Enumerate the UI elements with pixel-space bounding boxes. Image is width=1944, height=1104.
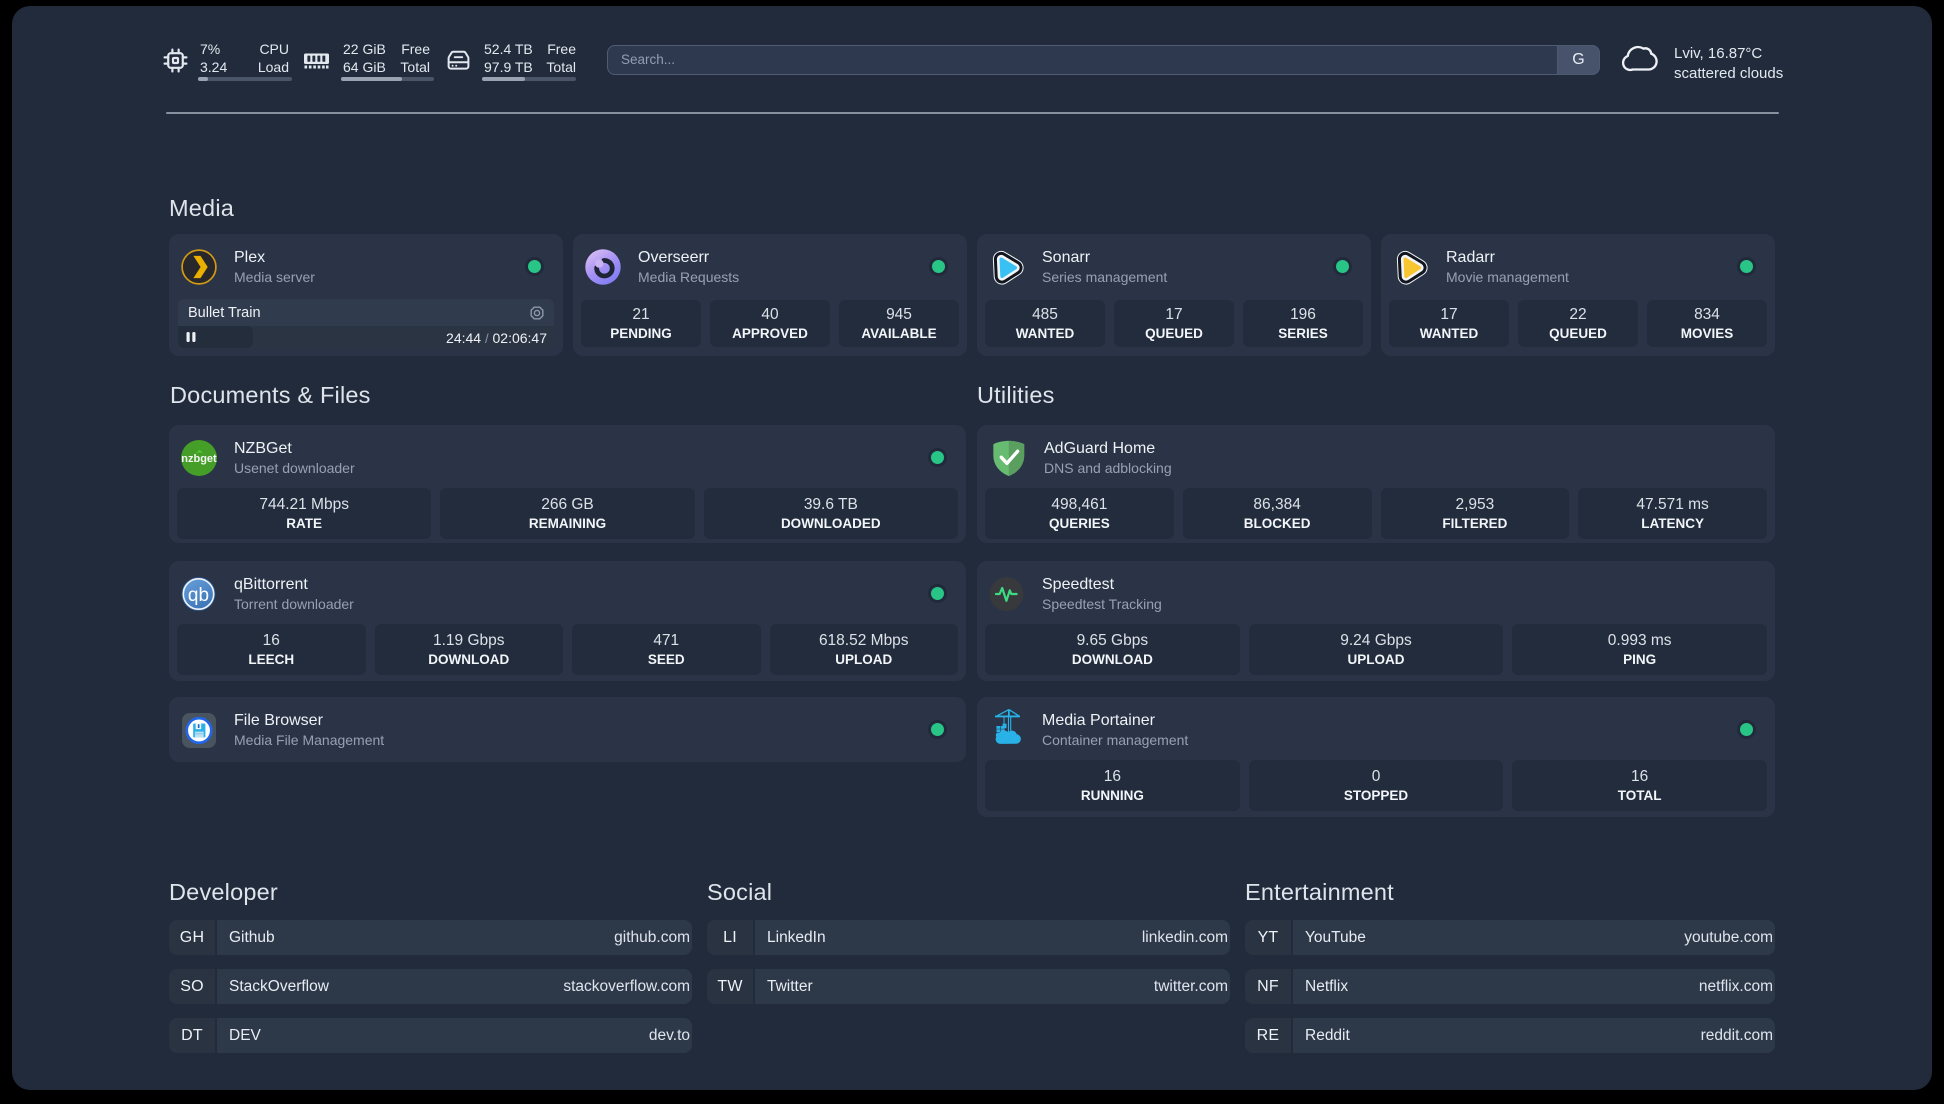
svg-text:nzbget: nzbget xyxy=(181,453,217,465)
svg-text:qb: qb xyxy=(188,584,209,605)
